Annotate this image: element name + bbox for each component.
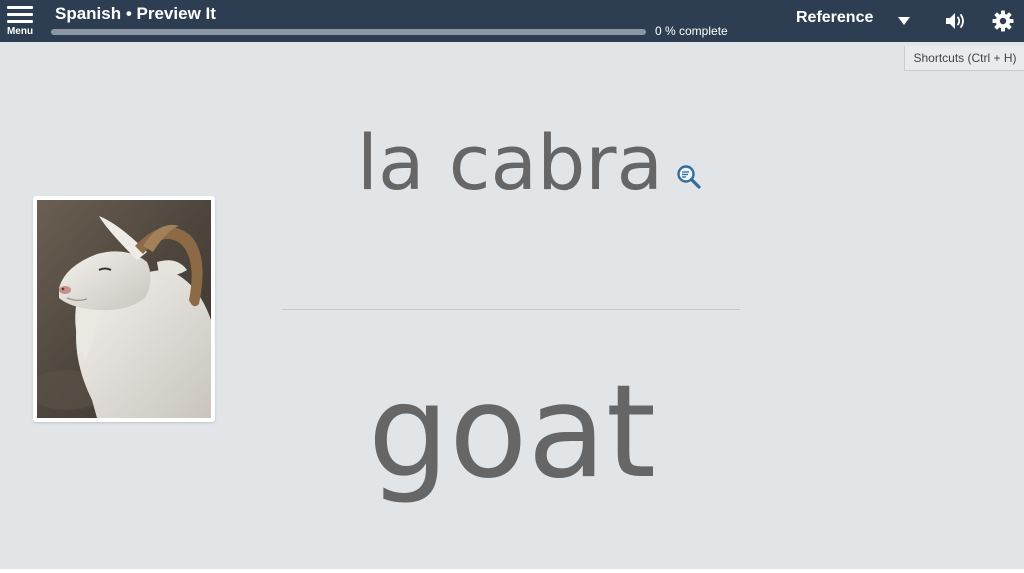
reference-button[interactable]: Reference [796, 9, 873, 31]
gear-icon[interactable] [991, 9, 1015, 33]
progress-bar [51, 29, 646, 35]
menu-button[interactable]: Menu [2, 3, 36, 40]
speaker-icon[interactable] [944, 10, 966, 32]
chevron-down-icon[interactable] [898, 16, 910, 26]
app-title: Spanish • Preview It [55, 4, 216, 23]
shortcuts-hint[interactable]: Shortcuts (Ctrl + H) [904, 46, 1024, 71]
menu-label: Menu [6, 26, 34, 37]
magnifier-icon[interactable] [676, 164, 702, 190]
card-divider [282, 309, 740, 310]
hamburger-icon [7, 6, 33, 9]
goat-photo [37, 200, 211, 418]
prompt-word: la cabra [356, 118, 664, 207]
hamburger-icon-line [7, 20, 33, 23]
answer-word: goat [367, 358, 657, 507]
top-bar: Menu Spanish • Preview It 0 % complete R… [0, 0, 1024, 42]
hamburger-icon-line [7, 13, 33, 16]
progress-text: 0 % complete [655, 24, 728, 38]
goat-image-card [33, 196, 215, 422]
bottom-edge [0, 569, 1024, 573]
